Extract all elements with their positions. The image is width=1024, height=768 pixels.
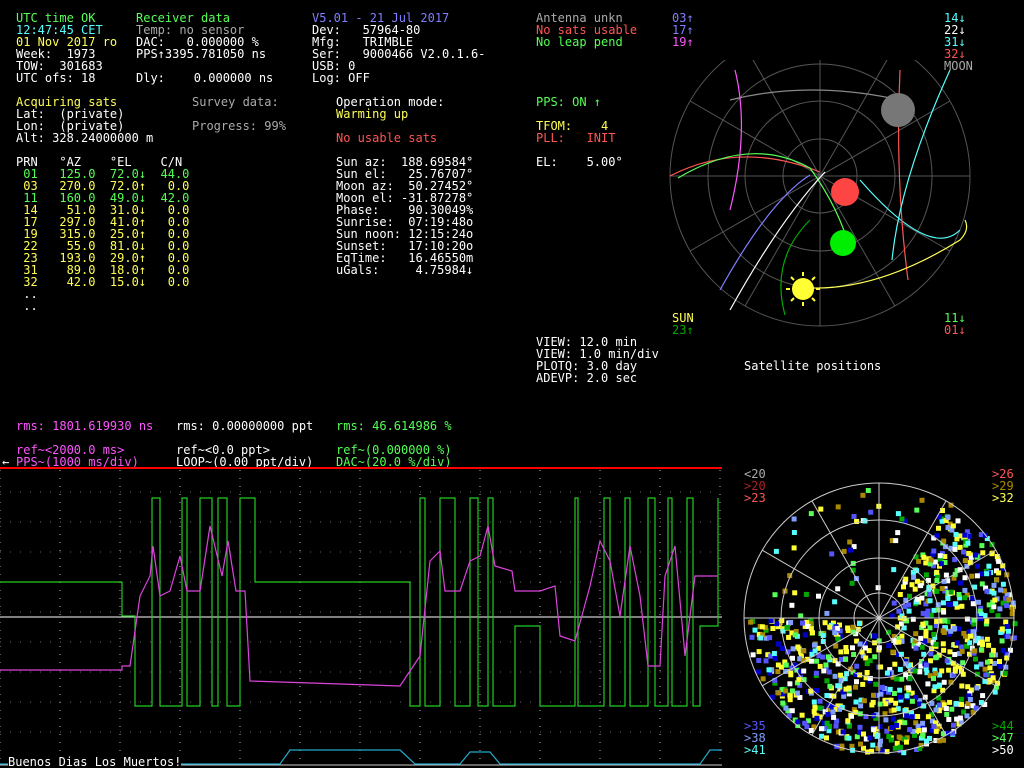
survey-progress: Progress: 99% (192, 119, 286, 133)
sat-table-more: .. (16, 299, 38, 313)
sky-caption: Satellite positions (744, 359, 882, 373)
map-legend-label: >32 (992, 491, 1014, 505)
altitude: Alt: 328.24000000 m (16, 131, 154, 145)
astro-line: uGals: 4.75984↓ (336, 263, 474, 277)
moon-icon (881, 93, 915, 127)
no-usable-sats: No usable sats (336, 131, 438, 145)
rms-dac: rms: 46.614986 % (336, 419, 452, 433)
utc-offset: UTC ofs: 18 (16, 71, 96, 85)
rms-pps: rms: 1801.619930 ns (16, 419, 154, 433)
satellite-sky-plot (669, 60, 971, 327)
map-legend-label: >41 (744, 743, 766, 757)
map-legend-label: >50 (992, 743, 1014, 757)
signal-level-map (743, 482, 1018, 756)
footer-message: Buenos Dias Los Muertos! (8, 755, 182, 768)
satellite-marker-red (831, 178, 859, 206)
operation-state: Warming up (336, 107, 409, 121)
pps-value: PPS↑3395.781050 ns (136, 47, 267, 61)
sun-icon (786, 272, 820, 306)
pps-on-status: PPS: ON ↑ (536, 95, 602, 109)
sky-sat-label: 19↑ (672, 35, 694, 49)
delay-value: Dly: 0.000000 ns (136, 71, 274, 85)
pll-status: PLL: INIT (536, 131, 616, 145)
log-status: Log: OFF (312, 71, 370, 85)
survey-title: Survey data: (192, 95, 279, 109)
elevation-mask: EL: 5.00° (536, 155, 623, 169)
lady-heather-screen: UTC time OK 12:47:45 CET 01 Nov 2017 ro … (0, 0, 1024, 768)
rms-loop: rms: 0.00000000 ppt (176, 419, 314, 433)
time-plot (0, 467, 722, 766)
table-row: 32 42.0 15.0↓ 0.0 (16, 275, 190, 289)
satellite-marker-green (830, 230, 856, 256)
leap-status: No leap pend (536, 35, 623, 49)
map-legend-label: >23 (744, 491, 766, 505)
plot-info-line: ADEVP: 2.0 sec (536, 371, 638, 385)
